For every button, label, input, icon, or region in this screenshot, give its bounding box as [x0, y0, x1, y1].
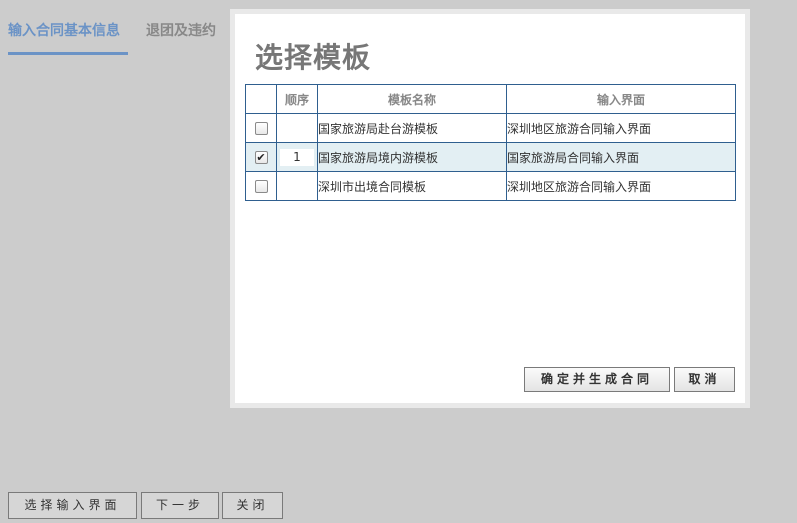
dialog-title: 选择模板	[255, 41, 372, 74]
row-checkbox[interactable]	[254, 180, 268, 193]
row-input-ui: 国家旅游局合同输入界面	[506, 142, 736, 172]
row-order-cell: 1	[276, 142, 318, 172]
template-dialog-body: 选择模板 顺序 模板名称 输入界面 国家旅游局赴台游模板 深圳地区旅游合同输入界…	[235, 14, 745, 403]
select-input-ui-button[interactable]: 选择输入界面	[8, 492, 137, 519]
row-checkbox[interactable]	[254, 122, 268, 135]
cancel-button[interactable]: 取消	[674, 367, 735, 392]
template-table: 顺序 模板名称 输入界面 国家旅游局赴台游模板 深圳地区旅游合同输入界面 ✔ 1…	[245, 84, 736, 201]
row-checkbox-cell[interactable]: ✔	[245, 142, 277, 172]
row-template-name: 国家旅游局赴台游模板	[317, 113, 507, 143]
header-order: 顺序	[276, 84, 318, 114]
confirm-generate-button[interactable]: 确定并生成合同	[524, 367, 670, 392]
header-checkbox	[245, 84, 277, 114]
table-row[interactable]: 深圳市出境合同模板 深圳地区旅游合同输入界面	[245, 171, 736, 201]
header-template-name: 模板名称	[317, 84, 507, 114]
tab-basic-info[interactable]: 输入合同基本信息	[8, 20, 128, 55]
row-input-ui: 深圳地区旅游合同输入界面	[506, 171, 736, 201]
row-input-ui: 深圳地区旅游合同输入界面	[506, 113, 736, 143]
table-row[interactable]: 国家旅游局赴台游模板 深圳地区旅游合同输入界面	[245, 113, 736, 143]
row-checkbox-cell[interactable]	[245, 113, 277, 143]
table-row[interactable]: ✔ 1 国家旅游局境内游模板 国家旅游局合同输入界面	[245, 142, 736, 172]
row-checkbox-checked[interactable]: ✔	[254, 151, 268, 164]
row-template-name: 国家旅游局境内游模板	[317, 142, 507, 172]
row-checkbox-cell[interactable]	[245, 171, 277, 201]
close-button[interactable]: 关闭	[222, 492, 283, 519]
table-header-row: 顺序 模板名称 输入界面	[245, 84, 736, 114]
tab-refund-breach[interactable]: 退团及违约	[146, 20, 216, 42]
row-order	[276, 171, 318, 201]
row-order: 1	[280, 148, 314, 166]
row-order	[276, 113, 318, 143]
header-input-ui: 输入界面	[506, 84, 736, 114]
template-dialog: 选择模板 顺序 模板名称 输入界面 国家旅游局赴台游模板 深圳地区旅游合同输入界…	[230, 9, 750, 408]
next-step-button[interactable]: 下一步	[141, 492, 219, 519]
row-template-name: 深圳市出境合同模板	[317, 171, 507, 201]
